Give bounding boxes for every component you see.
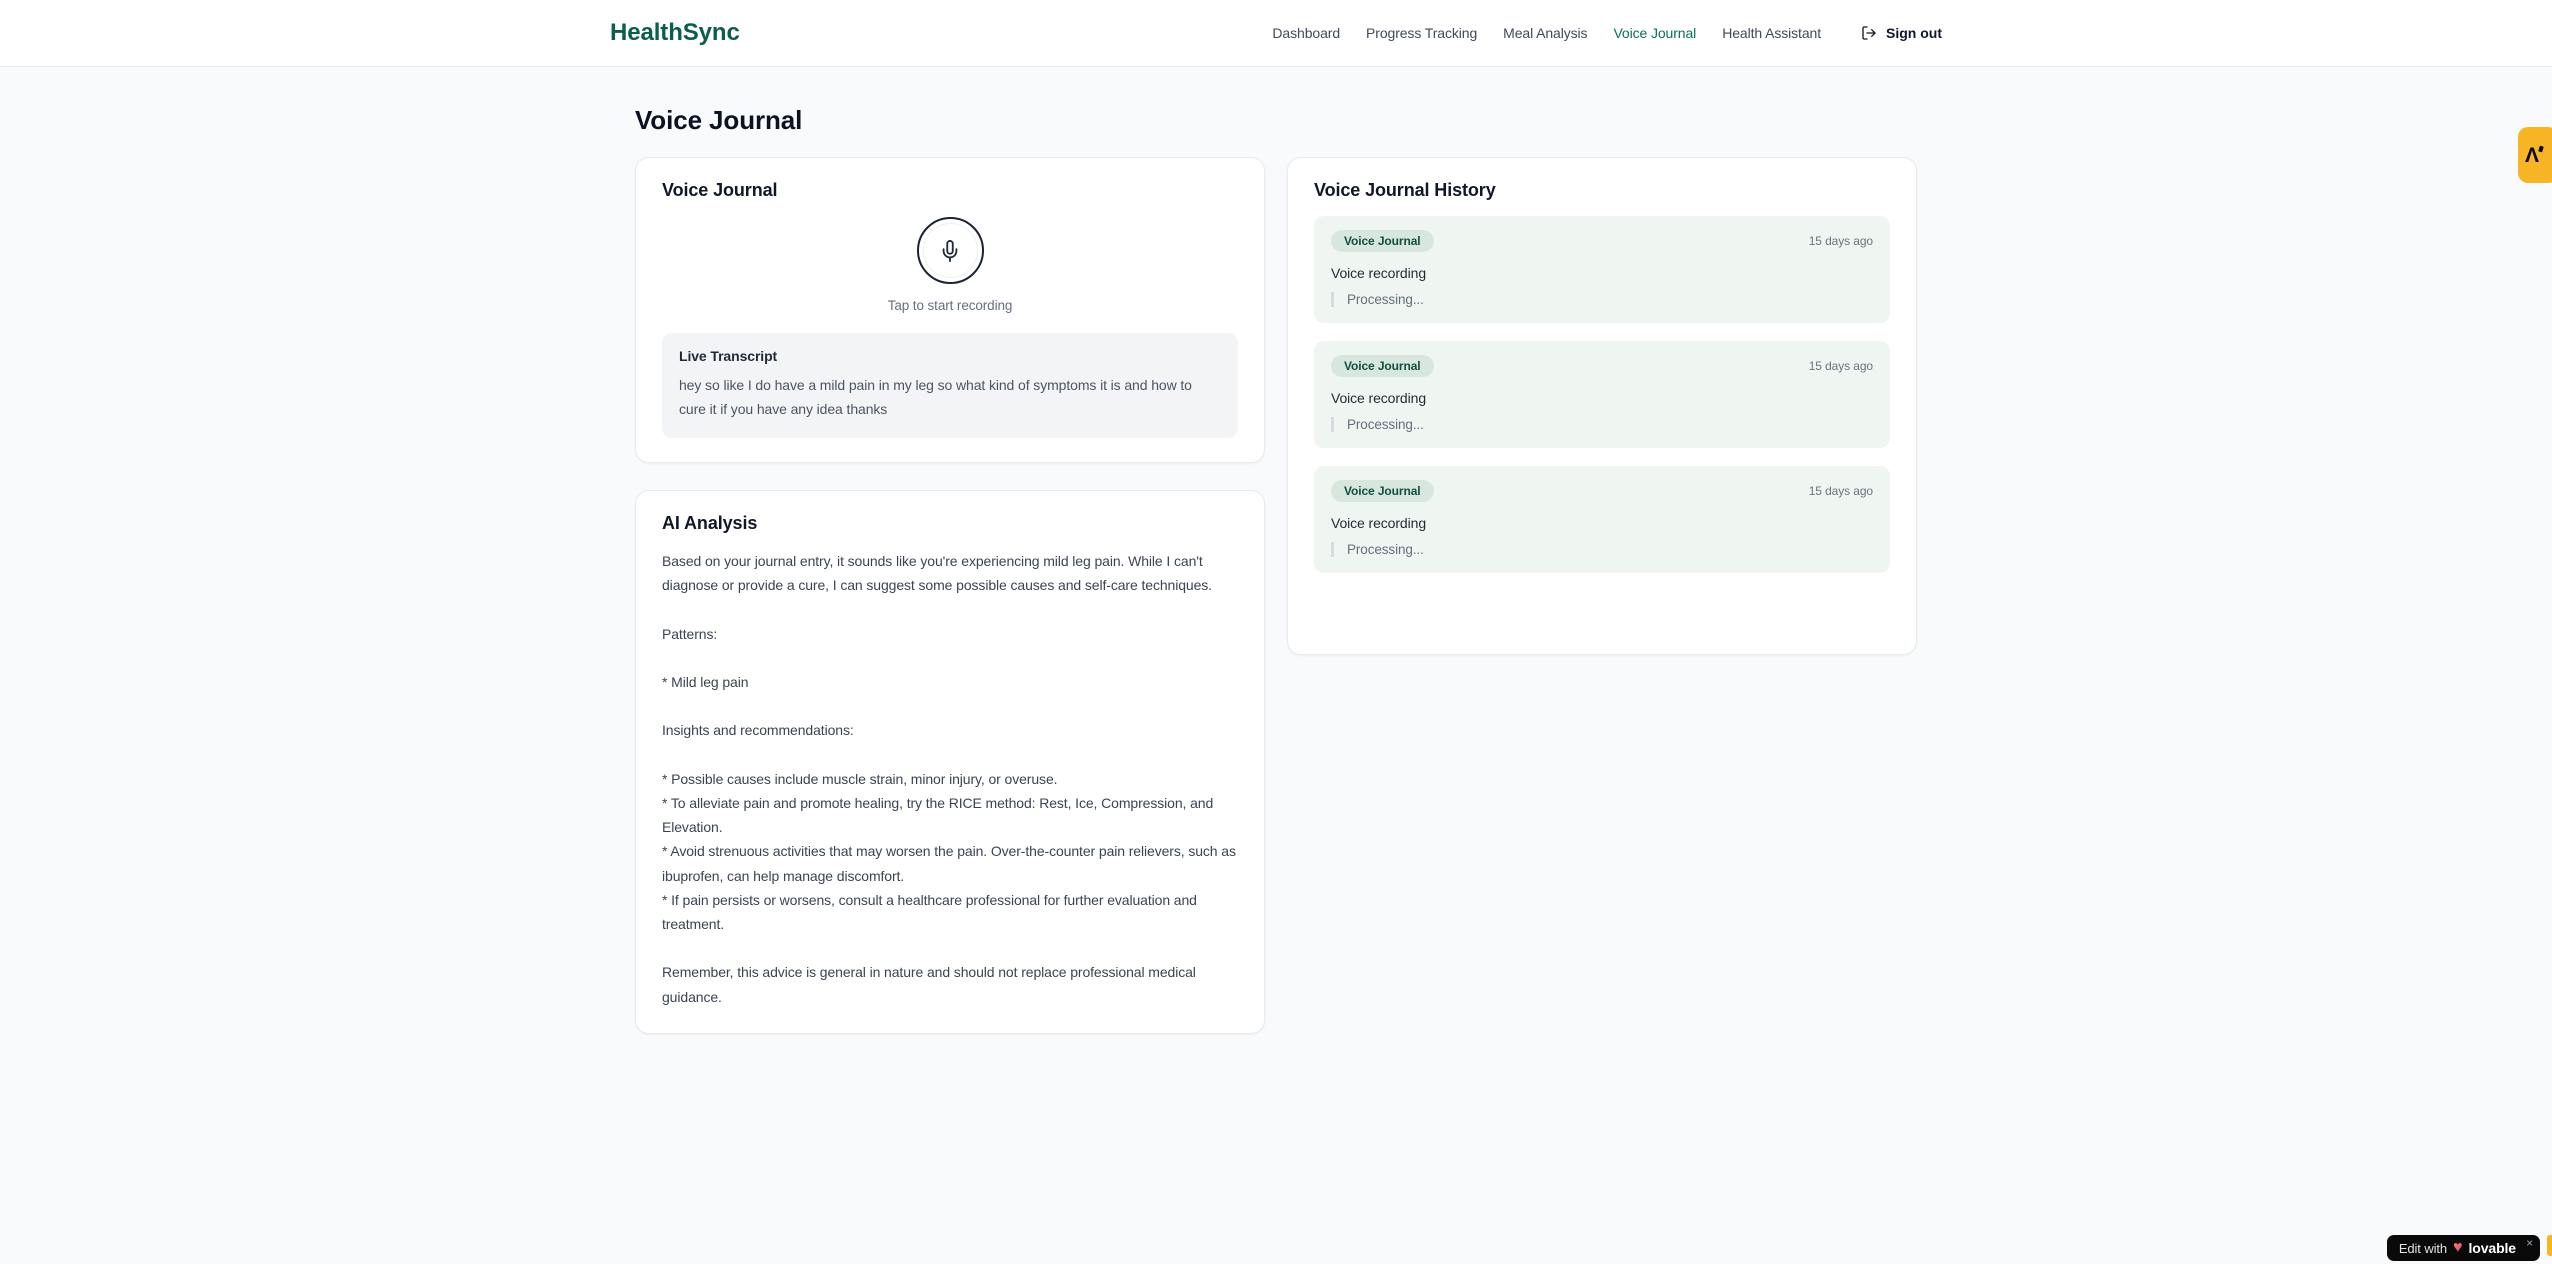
entry-timestamp: 15 days ago [1808,359,1873,373]
history-entry[interactable]: Voice Journal 15 days ago Voice recordin… [1314,466,1890,573]
ai-analysis-body: Based on your journal entry, it sounds l… [662,553,1236,1005]
app-logo: HealthSync [610,19,740,46]
entry-status: Processing... [1331,417,1873,432]
right-column: Voice Journal History Voice Journal 15 d… [1287,157,1917,655]
live-transcript-text: hey so like I do have a mild pain in my … [679,377,1192,417]
nav-item-progress-tracking[interactable]: Progress Tracking [1366,25,1477,41]
voice-journal-history-card: Voice Journal History Voice Journal 15 d… [1287,157,1917,655]
logout-icon [1861,25,1877,41]
entry-status: Processing... [1331,542,1873,557]
close-icon[interactable]: × [2526,1236,2533,1250]
sign-out-button[interactable]: Sign out [1861,25,1942,41]
edit-with-label: Edit with [2398,1240,2448,1256]
mic-icon [922,223,978,278]
page-title: Voice Journal [635,105,803,135]
tap-to-record-hint: Tap to start recording [887,298,1013,313]
edit-with-lovable-badge[interactable]: Edit with ♥ lovable × [2386,1235,2540,1261]
live-transcript-title: Live Transcript [679,348,778,364]
nav-item-voice-journal[interactable]: Voice Journal [1613,25,1696,41]
nav-item-meal-analysis[interactable]: Meal Analysis [1503,25,1587,41]
live-transcript-box: Live Transcript hey so like I do have a … [662,333,1238,438]
nav-item-dashboard[interactable]: Dashboard [1272,25,1340,41]
entry-timestamp: 15 days ago [1808,484,1873,498]
history-list: Voice Journal 15 days ago Voice recordin… [1314,216,1890,573]
entry-timestamp: 15 days ago [1808,234,1873,248]
entry-type-badge: Voice Journal [1331,355,1434,377]
nav-item-health-assistant[interactable]: Health Assistant [1722,25,1821,41]
main-nav: Dashboard Progress Tracking Meal Analysi… [1272,25,1942,41]
entry-type-badge: Voice Journal [1331,480,1434,502]
ai-analysis-title: AI Analysis [662,513,758,533]
extension-side-badge[interactable]: Λ [2518,127,2552,183]
entry-title: Voice recording [1331,390,1427,406]
history-entry[interactable]: Voice Journal 15 days ago Voice recordin… [1314,216,1890,323]
entry-status: Processing... [1331,292,1873,307]
entry-type-badge: Voice Journal [1331,230,1434,252]
main-content: Voice Journal Voice Journal Tap to start… [635,67,1917,1034]
voice-recorder-card: Voice Journal Tap to start recording Liv… [635,157,1265,463]
recorder-card-title: Voice Journal [662,180,778,200]
history-entry[interactable]: Voice Journal 15 days ago Voice recordin… [1314,341,1890,448]
entry-title: Voice recording [1331,515,1427,531]
lovable-brand-label: lovable [2468,1240,2516,1256]
record-button[interactable] [916,217,984,284]
corner-overlay-sliver [2547,1235,2552,1256]
history-card-title: Voice Journal History [1314,180,1496,200]
left-column: Voice Journal Tap to start recording Liv… [635,157,1265,1034]
sign-out-label: Sign out [1886,25,1942,41]
extension-logo-icon: Λ [2525,143,2539,167]
top-nav-bar: HealthSync Dashboard Progress Tracking M… [0,0,2552,67]
ai-analysis-card: AI Analysis Based on your journal entry,… [635,490,1265,1034]
heart-icon: ♥ [2453,1239,2463,1256]
entry-title: Voice recording [1331,265,1427,281]
